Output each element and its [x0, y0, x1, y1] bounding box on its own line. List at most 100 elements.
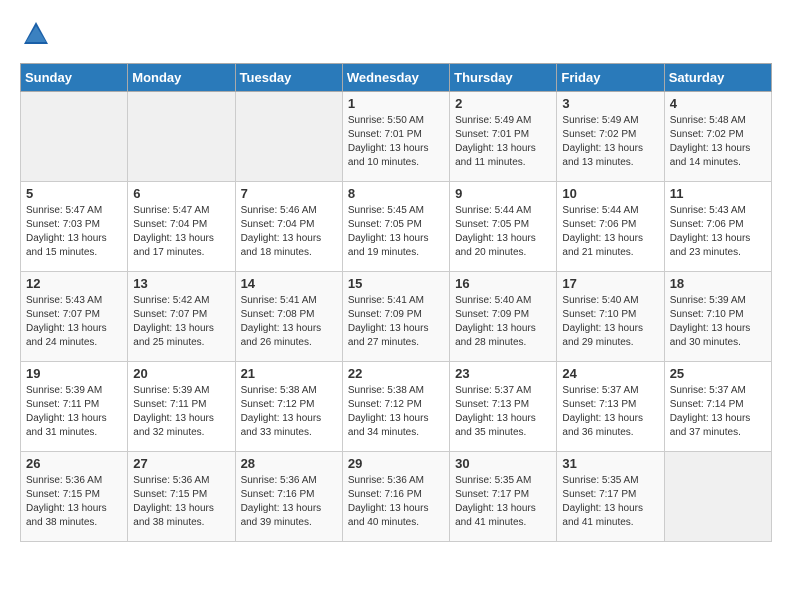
day-number: 30 — [455, 456, 551, 471]
calendar-cell: 14 Sunrise: 5:41 AM Sunset: 7:08 PM Dayli… — [235, 272, 342, 362]
calendar-week-row: 1 Sunrise: 5:50 AM Sunset: 7:01 PM Daylig… — [21, 92, 772, 182]
day-number: 31 — [562, 456, 658, 471]
day-number: 21 — [241, 366, 337, 381]
day-number: 25 — [670, 366, 766, 381]
calendar-week-row: 19 Sunrise: 5:39 AM Sunset: 7:11 PM Dayli… — [21, 362, 772, 452]
calendar-week-row: 12 Sunrise: 5:43 AM Sunset: 7:07 PM Dayli… — [21, 272, 772, 362]
day-number: 20 — [133, 366, 229, 381]
day-number: 2 — [455, 96, 551, 111]
day-number: 26 — [26, 456, 122, 471]
day-info: Sunrise: 5:44 AM Sunset: 7:06 PM Dayligh… — [562, 204, 658, 260]
day-info: Sunrise: 5:38 AM Sunset: 7:12 PM Dayligh… — [241, 384, 337, 440]
calendar-cell: 9Sunrise: 5:44 AM Sunset: 7:05 PM Daylig… — [450, 182, 557, 272]
calendar-table: SundayMondayTuesdayWednesdayThursdayFrid… — [20, 63, 772, 542]
day-number: 14 — [241, 276, 337, 291]
calendar-cell: 5 Sunrise: 5:47 AM Sunset: 7:03 PM Daylig… — [21, 182, 128, 272]
day-info: Sunrise: 5:41 AM Sunset: 7:09 PM Dayligh… — [348, 294, 444, 350]
calendar-cell: 6 Sunrise: 5:47 AM Sunset: 7:04 PM Daylig… — [128, 182, 235, 272]
calendar-cell: 13Sunrise: 5:42 AM Sunset: 7:07 PM Dayli… — [128, 272, 235, 362]
day-info: Sunrise: 5:43 AM Sunset: 7:07 PM Dayligh… — [26, 294, 122, 350]
day-number: 6 — [133, 186, 229, 201]
day-info: Sunrise: 5:46 AM Sunset: 7:04 PM Dayligh… — [241, 204, 337, 260]
day-info: Sunrise: 5:41 AM Sunset: 7:08 PM Dayligh… — [241, 294, 337, 350]
calendar-cell: 7 Sunrise: 5:46 AM Sunset: 7:04 PM Daylig… — [235, 182, 342, 272]
day-number: 8 — [348, 186, 444, 201]
day-number: 10 — [562, 186, 658, 201]
day-info: Sunrise: 5:35 AM Sunset: 7:17 PM Dayligh… — [455, 474, 551, 530]
day-info: Sunrise: 5:39 AM Sunset: 7:11 PM Dayligh… — [133, 384, 229, 440]
weekday-header-wednesday: Wednesday — [342, 64, 449, 92]
day-info: Sunrise: 5:37 AM Sunset: 7:13 PM Dayligh… — [455, 384, 551, 440]
day-number: 27 — [133, 456, 229, 471]
calendar-cell: 2 Sunrise: 5:49 AM Sunset: 7:01 PM Daylig… — [450, 92, 557, 182]
day-info: Sunrise: 5:39 AM Sunset: 7:10 PM Dayligh… — [670, 294, 766, 350]
day-info: Sunrise: 5:50 AM Sunset: 7:01 PM Dayligh… — [348, 114, 444, 170]
day-number: 5 — [26, 186, 122, 201]
day-number: 19 — [26, 366, 122, 381]
calendar-cell — [235, 92, 342, 182]
calendar-cell: 10 Sunrise: 5:44 AM Sunset: 7:06 PM Dayli… — [557, 182, 664, 272]
calendar-cell: 28 Sunrise: 5:36 AM Sunset: 7:16 PM Dayli… — [235, 452, 342, 542]
day-info: Sunrise: 5:35 AM Sunset: 7:17 PM Dayligh… — [562, 474, 658, 530]
day-number: 28 — [241, 456, 337, 471]
calendar-cell: 24Sunrise: 5:37 AM Sunset: 7:13 PM Dayli… — [557, 362, 664, 452]
calendar-cell: 1 Sunrise: 5:50 AM Sunset: 7:01 PM Daylig… — [342, 92, 449, 182]
day-info: Sunrise: 5:45 AM Sunset: 7:05 PM Dayligh… — [348, 204, 444, 260]
calendar-cell: 16 Sunrise: 5:40 AM Sunset: 7:09 PM Dayli… — [450, 272, 557, 362]
calendar-cell: 26Sunrise: 5:36 AM Sunset: 7:15 PM Dayli… — [21, 452, 128, 542]
calendar-cell: 8 Sunrise: 5:45 AM Sunset: 7:05 PM Daylig… — [342, 182, 449, 272]
calendar-header-row: SundayMondayTuesdayWednesdayThursdayFrid… — [21, 64, 772, 92]
calendar-cell: 11Sunrise: 5:43 AM Sunset: 7:06 PM Dayli… — [664, 182, 771, 272]
logo-icon — [22, 20, 50, 48]
weekday-header-saturday: Saturday — [664, 64, 771, 92]
calendar-cell: 22Sunrise: 5:38 AM Sunset: 7:12 PM Dayli… — [342, 362, 449, 452]
day-info: Sunrise: 5:49 AM Sunset: 7:02 PM Dayligh… — [562, 114, 658, 170]
calendar-cell — [21, 92, 128, 182]
day-number: 22 — [348, 366, 444, 381]
day-info: Sunrise: 5:36 AM Sunset: 7:16 PM Dayligh… — [241, 474, 337, 530]
day-number: 12 — [26, 276, 122, 291]
calendar-cell: 19 Sunrise: 5:39 AM Sunset: 7:11 PM Dayli… — [21, 362, 128, 452]
day-info: Sunrise: 5:39 AM Sunset: 7:11 PM Dayligh… — [26, 384, 122, 440]
weekday-header-tuesday: Tuesday — [235, 64, 342, 92]
calendar-cell: 29Sunrise: 5:36 AM Sunset: 7:16 PM Dayli… — [342, 452, 449, 542]
calendar-cell: 15Sunrise: 5:41 AM Sunset: 7:09 PM Dayli… — [342, 272, 449, 362]
calendar-cell: 31 Sunrise: 5:35 AM Sunset: 7:17 PM Dayli… — [557, 452, 664, 542]
day-info: Sunrise: 5:49 AM Sunset: 7:01 PM Dayligh… — [455, 114, 551, 170]
day-info: Sunrise: 5:44 AM Sunset: 7:05 PM Dayligh… — [455, 204, 551, 260]
day-number: 7 — [241, 186, 337, 201]
calendar-cell: 27 Sunrise: 5:36 AM Sunset: 7:15 PM Dayli… — [128, 452, 235, 542]
calendar-cell — [128, 92, 235, 182]
day-number: 23 — [455, 366, 551, 381]
weekday-header-friday: Friday — [557, 64, 664, 92]
day-number: 13 — [133, 276, 229, 291]
day-number: 17 — [562, 276, 658, 291]
day-number: 16 — [455, 276, 551, 291]
calendar-cell — [664, 452, 771, 542]
day-number: 29 — [348, 456, 444, 471]
calendar-cell: 18 Sunrise: 5:39 AM Sunset: 7:10 PM Dayli… — [664, 272, 771, 362]
day-number: 4 — [670, 96, 766, 111]
weekday-header-monday: Monday — [128, 64, 235, 92]
weekday-header-thursday: Thursday — [450, 64, 557, 92]
calendar-cell: 23 Sunrise: 5:37 AM Sunset: 7:13 PM Dayli… — [450, 362, 557, 452]
day-info: Sunrise: 5:40 AM Sunset: 7:09 PM Dayligh… — [455, 294, 551, 350]
calendar-cell: 3 Sunrise: 5:49 AM Sunset: 7:02 PM Daylig… — [557, 92, 664, 182]
calendar-week-row: 26 Sunrise: 5:36 AM Sunset: 7:15 PM Dayli… — [21, 452, 772, 542]
day-number: 1 — [348, 96, 444, 111]
day-info: Sunrise: 5:37 AM Sunset: 7:13 PM Dayligh… — [562, 384, 658, 440]
calendar-cell: 30 Sunrise: 5:35 AM Sunset: 7:17 PM Dayli… — [450, 452, 557, 542]
day-info: Sunrise: 5:36 AM Sunset: 7:15 PM Dayligh… — [133, 474, 229, 530]
day-number: 11 — [670, 186, 766, 201]
day-number: 18 — [670, 276, 766, 291]
calendar-body: 1 Sunrise: 5:50 AM Sunset: 7:01 PM Daylig… — [21, 92, 772, 542]
day-info: Sunrise: 5:47 AM Sunset: 7:04 PM Dayligh… — [133, 204, 229, 260]
day-info: Sunrise: 5:47 AM Sunset: 7:03 PM Dayligh… — [26, 204, 122, 260]
calendar-cell: 17Sunrise: 5:40 AM Sunset: 7:10 PM Dayli… — [557, 272, 664, 362]
day-number: 3 — [562, 96, 658, 111]
calendar-cell: 21 Sunrise: 5:38 AM Sunset: 7:12 PM Dayli… — [235, 362, 342, 452]
calendar-week-row: 5 Sunrise: 5:47 AM Sunset: 7:03 PM Daylig… — [21, 182, 772, 272]
calendar-cell: 12 Sunrise: 5:43 AM Sunset: 7:07 PM Dayli… — [21, 272, 128, 362]
weekday-header-sunday: Sunday — [21, 64, 128, 92]
logo-text — [20, 20, 50, 53]
